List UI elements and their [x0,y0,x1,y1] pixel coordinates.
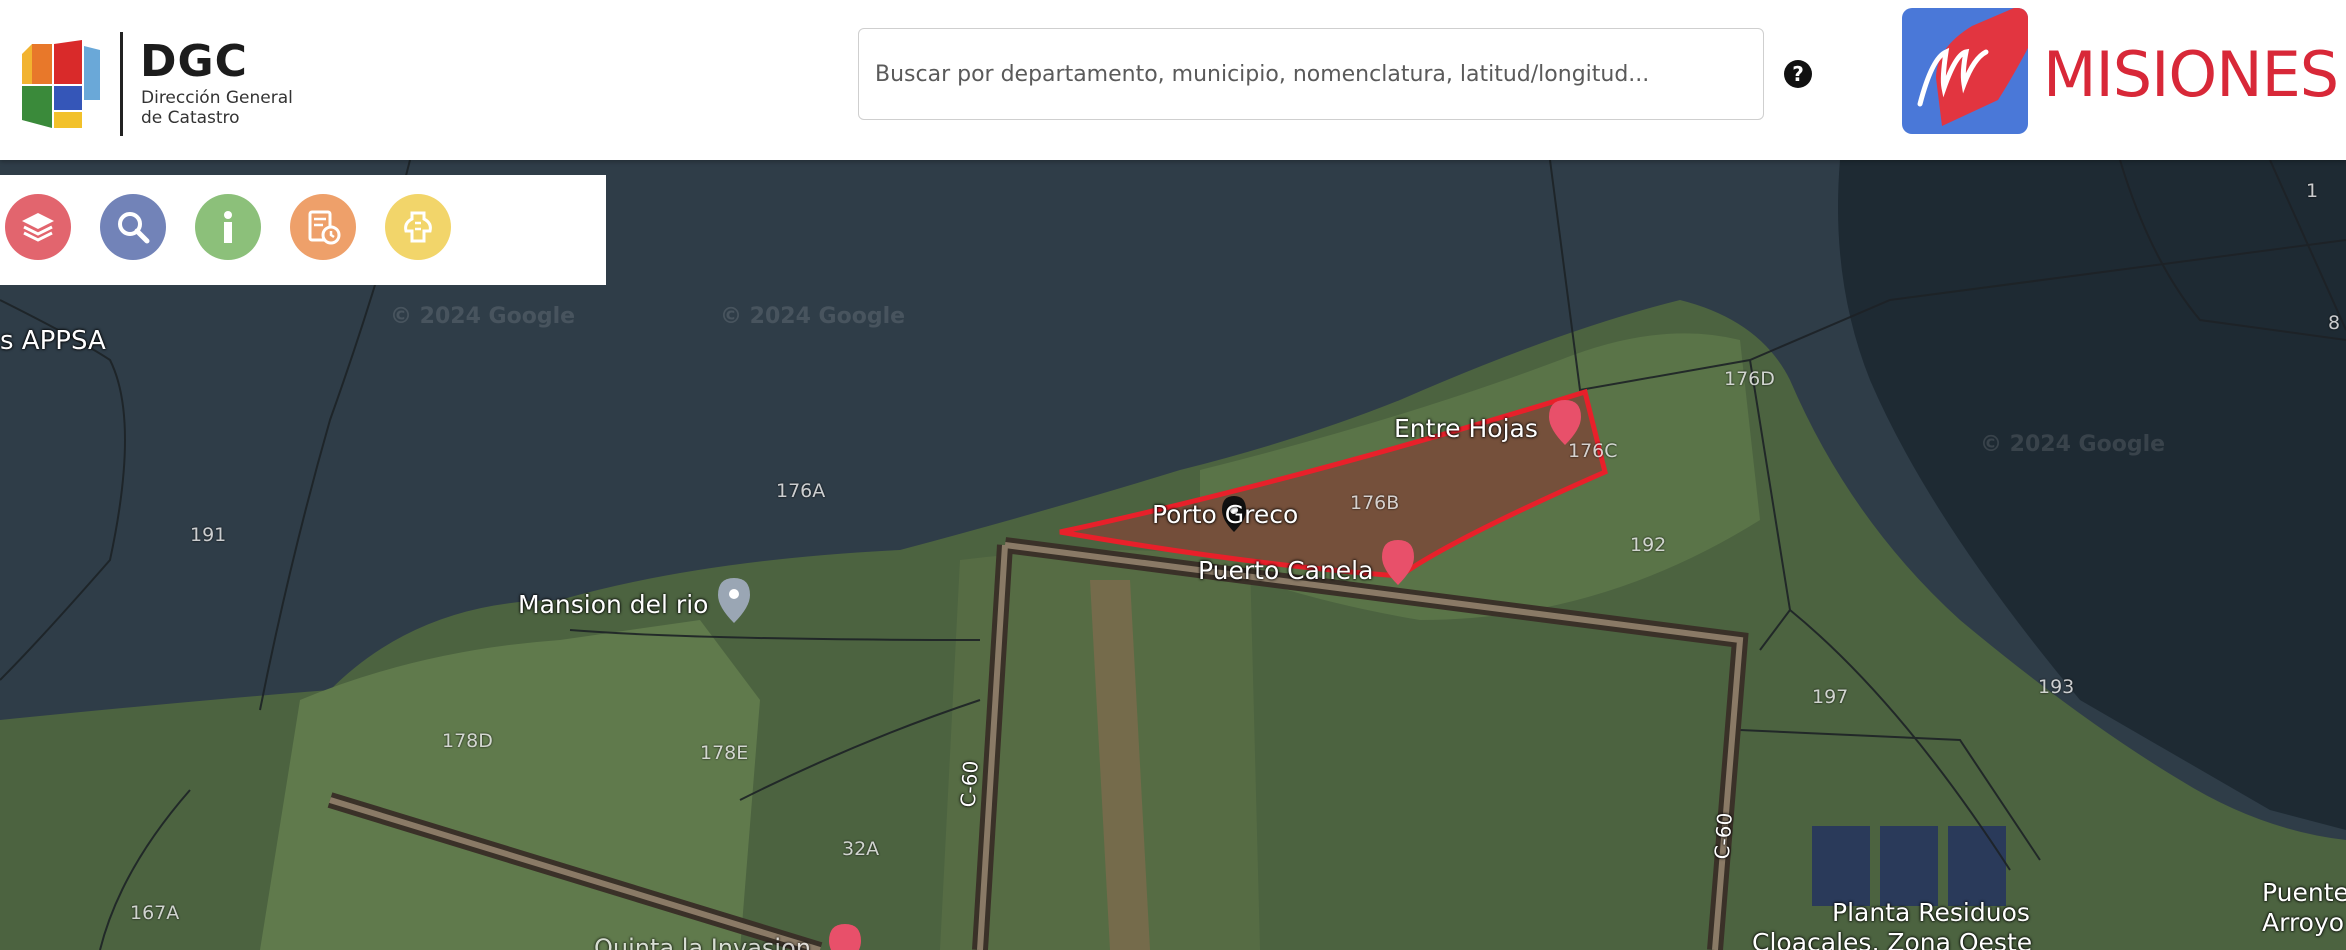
misiones-logo-icon [1902,8,2028,134]
search-button[interactable] [100,194,166,260]
logo-subtitle-line2: de Catastro [141,108,240,128]
place-label-planta-line1: Planta Residuos [1832,898,2030,927]
road-label-c60-left: C-60 [955,759,983,809]
lot-label: 176A [776,480,826,502]
lot-label: 178E [700,742,749,764]
lot-label: 178D [442,730,493,752]
place-label-planta-line2: Cloacales, Zona Oeste [1752,928,2033,950]
tool-button[interactable] [385,194,451,260]
lot-label: 191 [190,524,227,546]
google-watermark: © 2024 Google [390,304,576,329]
place-label-entre-hojas: Entre Hojas [1394,414,1538,443]
search-icon [118,212,150,244]
map-toolbar [0,175,606,285]
info-button[interactable] [195,194,261,260]
place-label-appsa: s APPSA [0,326,106,356]
lot-label: 193 [2038,676,2075,698]
lot-label: 176C [1568,440,1618,462]
misiones-brand-text: MISIONES [2043,38,2339,111]
tool-icon [404,211,432,243]
lot-label: 197 [1812,686,1849,708]
google-watermark: © 2024 Google [720,304,906,329]
app-header: DGC Dirección General de Catastro ? MISI… [0,0,2346,160]
layers-icon [22,213,54,242]
logo-divider [120,32,123,136]
lot-label: 1 [2306,180,2319,202]
place-label-mansion: Mansion del rio [518,590,709,619]
road-label-c60-right: C-60 [1709,811,1737,861]
lot-label: 192 [1630,534,1667,556]
lot-label: 32A [842,838,880,860]
info-icon [224,211,232,243]
place-label-porto-greco: Porto Greco [1152,500,1299,529]
lot-label: 176B [1350,492,1400,514]
logo-subtitle-line1: Dirección General [141,88,293,108]
lot-label: 167A [130,902,180,924]
search-input[interactable] [875,29,1745,119]
logo-title: DGC [140,36,248,87]
layers-button[interactable] [5,194,71,260]
dgc-logo-icon[interactable] [22,40,100,128]
quinta-pin [829,924,861,950]
search-box [858,28,1764,120]
place-label-puente-line2: Arroyo [2262,908,2345,937]
place-label-puente-line1: Puente [2262,878,2346,907]
lot-label: 176D [1724,368,1775,390]
lot-label: 8 [2328,312,2341,334]
report-icon [308,210,341,245]
place-label-quinta: Quinta la Invasion [594,934,811,950]
google-watermark: © 2024 Google [1980,432,2166,457]
place-label-puerto-canela: Puerto Canela [1198,556,1374,585]
help-icon[interactable]: ? [1784,60,1812,88]
report-button[interactable] [290,194,356,260]
